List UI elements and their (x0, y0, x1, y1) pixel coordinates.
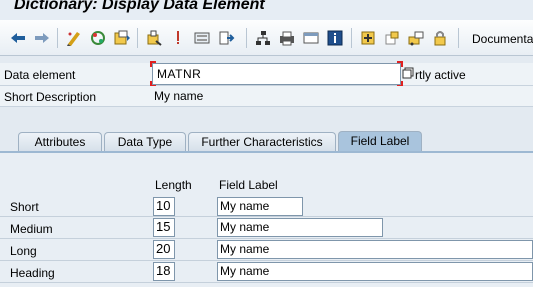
length-column-header: Length (155, 178, 192, 192)
tab-field-label[interactable]: Field Label (338, 131, 422, 152)
tabstrip: Attributes Data Type Further Characteris… (0, 130, 533, 152)
hierarchy-icon[interactable] (253, 28, 273, 48)
display-change-icon[interactable] (64, 28, 84, 48)
short-description-label: Short Description (4, 90, 97, 104)
field-label-input[interactable]: My name (217, 240, 533, 259)
field-label-input[interactable]: My name (217, 197, 303, 216)
toolbar-separator (246, 28, 247, 48)
short-description-row: Short Description My name (0, 86, 533, 107)
forward-arrow-icon[interactable] (32, 28, 52, 48)
application-toolbar: Documenta (0, 20, 533, 56)
field-label-row-medium: Medium 15 My name (0, 217, 533, 239)
row-label: Long (10, 244, 37, 258)
toolbar-separator (351, 28, 352, 48)
other-object-icon[interactable] (112, 28, 132, 48)
lock-icon[interactable] (430, 28, 450, 48)
back-arrow-icon[interactable] (8, 28, 28, 48)
window-title-bar: Dictionary: Display Data Element (0, 0, 533, 20)
activate-icon[interactable] (88, 28, 108, 48)
display-object-list-icon[interactable] (192, 28, 212, 48)
data-element-label: Data element (4, 68, 76, 82)
toolbar-separator (137, 28, 138, 48)
field-label-row-long: Long 20 My name (0, 239, 533, 261)
row-label: Heading (10, 266, 55, 280)
check-icon[interactable] (168, 28, 188, 48)
short-description-value: My name (154, 89, 204, 103)
documentation-button[interactable]: Documenta (472, 32, 533, 46)
navigation-icon[interactable] (216, 28, 236, 48)
field-label-input[interactable]: My name (217, 218, 383, 237)
length-input[interactable]: 10 (153, 197, 175, 216)
length-input[interactable]: 15 (153, 218, 175, 237)
expand-icon[interactable] (358, 28, 378, 48)
activation-status: rtly active (415, 68, 466, 82)
field-label-input[interactable]: My name (217, 262, 533, 281)
print-icon[interactable] (277, 28, 297, 48)
field-label-column-header: Field Label (219, 178, 278, 192)
field-label-row-heading: Heading 18 My name (0, 261, 533, 283)
transport-icon[interactable] (406, 28, 426, 48)
toolbar-separator (57, 28, 58, 48)
required-marker (150, 61, 156, 67)
data-element-field[interactable]: MATNR (152, 63, 401, 85)
collapse-icon[interactable] (382, 28, 402, 48)
info-icon[interactable] (325, 28, 345, 48)
row-label: Medium (10, 222, 53, 236)
field-label-row-short: Short 10 My name (0, 195, 533, 217)
tab-further-characteristics[interactable]: Further Characteristics (188, 132, 336, 152)
tab-attributes[interactable]: Attributes (18, 132, 102, 152)
page-title: Dictionary: Display Data Element (14, 0, 265, 13)
row-label: Short (10, 200, 39, 214)
copy-icon[interactable] (402, 67, 414, 79)
toolbar-separator (458, 28, 459, 48)
data-element-value: MATNR (157, 67, 202, 81)
tab-data-type[interactable]: Data Type (104, 132, 186, 152)
length-input[interactable]: 20 (153, 240, 175, 259)
where-used-icon[interactable] (144, 28, 164, 48)
length-input[interactable]: 18 (153, 262, 175, 281)
window-icon[interactable] (301, 28, 321, 48)
